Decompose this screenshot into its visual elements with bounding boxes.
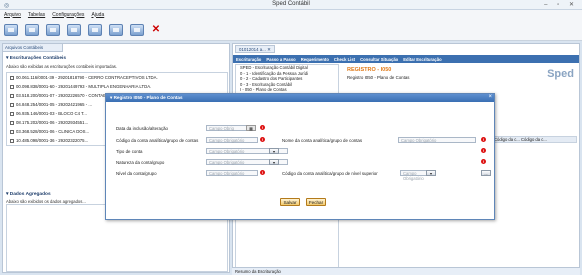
menu-arquivo[interactable]: Arquivo: [4, 12, 21, 18]
list-item[interactable]: 00.098.838/0001-60 - 29201449793 - MULTI…: [7, 82, 227, 91]
section-title-dados-agregados: ▾ Dados Agregados: [6, 192, 51, 197]
close-icon[interactable]: ×: [488, 94, 492, 100]
tab-resumo[interactable]: Resumo da Escrituração: [232, 267, 580, 275]
checkbox[interactable]: [10, 102, 14, 107]
record-header: REGISTRO - I050 Registro I050 - Plano de…: [343, 64, 577, 86]
label-code: Código da conta analítica/grupo de conta…: [116, 138, 199, 143]
checkbox[interactable]: [10, 120, 14, 125]
menu-configuracoes[interactable]: Configurações: [52, 12, 84, 18]
open-button[interactable]: [25, 23, 39, 36]
menu-bar: Arquivo Tabelas Configurações Ajuda: [0, 10, 582, 19]
level-field[interactable]: Campo Obrigatório: [206, 170, 258, 176]
import-button[interactable]: [46, 23, 60, 36]
account-code-field[interactable]: Campo Obrigatório: [206, 137, 258, 143]
toolbar: ✕: [0, 19, 582, 41]
label-type: Tipo de conta: [116, 149, 143, 154]
record-description: Registro I050 - Plano de Contas: [347, 75, 410, 80]
checkbox[interactable]: [10, 129, 14, 134]
nav-bar: Escrituração Passo a Passo Requerimento …: [233, 55, 579, 63]
delete-icon[interactable]: ✕: [151, 24, 161, 35]
chevron-down-icon[interactable]: ▾: [269, 159, 279, 165]
section-title-escrituracoes: ▾ Escriturações Contábeis: [6, 56, 67, 61]
chevron-down-icon[interactable]: ▾: [426, 170, 436, 176]
new-file-button[interactable]: [4, 23, 18, 36]
tab-escrituracao[interactable]: 01012014 a... ✕: [235, 45, 275, 53]
nav-passo-a-passo[interactable]: Passo a Passo: [266, 57, 295, 62]
dialog-title: ▾ Registro I050 - Plano de Contas: [106, 94, 494, 102]
label-nature: Natureza da conta/grupo: [116, 160, 165, 165]
nav-editar-escrituracao[interactable]: Editar Escrituração: [403, 57, 441, 62]
required-icon: !: [260, 125, 265, 130]
validate-button[interactable]: [67, 23, 81, 36]
checkbox[interactable]: [10, 84, 14, 89]
label-level: Nível da conta/grupo: [116, 171, 157, 176]
sped-logo: Sped: [547, 68, 574, 80]
transmit-button[interactable]: [109, 23, 123, 36]
more-button[interactable]: ...: [481, 170, 491, 176]
required-icon: !: [481, 159, 486, 164]
account-name-field[interactable]: Campo Obrigatório: [398, 137, 476, 143]
required-icon: !: [481, 137, 486, 142]
print-button[interactable]: [130, 23, 144, 36]
record-code: REGISTRO - I050: [347, 67, 392, 73]
nav-requerimento[interactable]: Requerimento: [301, 57, 329, 62]
menu-ajuda[interactable]: Ajuda: [91, 12, 104, 18]
required-icon: !: [260, 170, 265, 175]
label-date: Data da inclusão/alteração: [116, 126, 168, 131]
label-superior: Código da conta analítica/grupo de nível…: [282, 171, 378, 176]
required-icon: !: [481, 148, 486, 153]
nav-consultar-situacao[interactable]: Consultar Situação: [360, 57, 398, 62]
checkbox[interactable]: [10, 138, 14, 143]
checkbox[interactable]: [10, 75, 14, 80]
close-button[interactable]: Fechar: [306, 198, 326, 206]
window-title: Sped Contábil: [272, 1, 310, 7]
tree-item[interactable]: I - 050 - Plano de Contas: [236, 87, 338, 93]
chevron-down-icon[interactable]: ▾: [269, 148, 279, 154]
nav-escrituracao[interactable]: Escrituração: [236, 57, 261, 62]
tab-arquivos-contabeis[interactable]: Arquivos Contábeis: [3, 44, 63, 52]
window-controls[interactable]: – ▫ ✕: [544, 1, 578, 8]
required-icon: !: [260, 137, 265, 142]
plano-de-contas-dialog: ▾ Registro I050 - Plano de Contas × Data…: [105, 93, 495, 220]
save-button[interactable]: Salvar: [280, 198, 300, 206]
section-subtitle: Abaixo são exibidas as escriturações con…: [6, 64, 118, 69]
menu-tabelas[interactable]: Tabelas: [28, 12, 45, 18]
label-name: Nome da conta analítica/grupo de contas: [282, 138, 363, 143]
calendar-icon[interactable]: ▦: [246, 125, 256, 131]
list-item[interactable]: 00.061.116/0001-39 - 29201818790 - CERRO…: [7, 73, 227, 82]
nav-check-list[interactable]: Check List: [334, 57, 355, 62]
checkbox[interactable]: [10, 111, 14, 116]
title-bar: ◎ Sped Contábil – ▫ ✕: [0, 0, 582, 10]
sign-button[interactable]: [88, 23, 102, 36]
checkbox[interactable]: [10, 93, 14, 98]
